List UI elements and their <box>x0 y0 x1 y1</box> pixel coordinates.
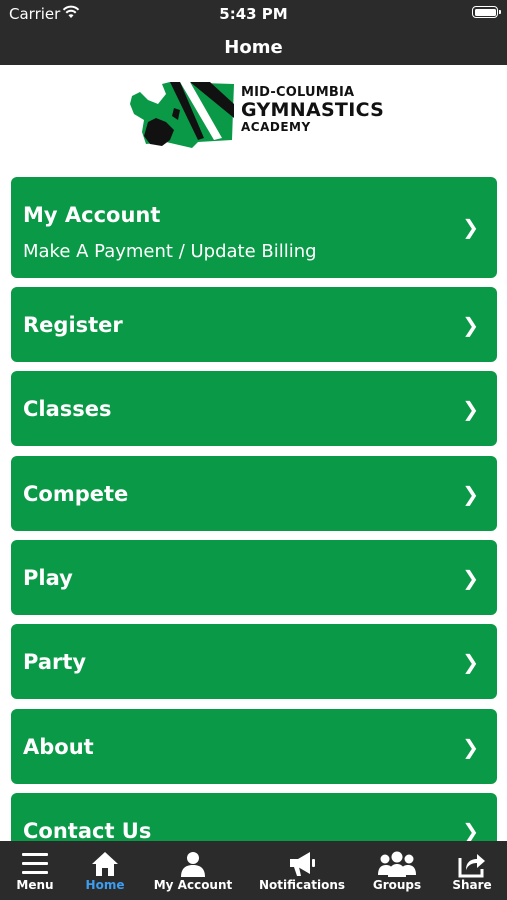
menu-item-label: Contact Us <box>23 819 152 841</box>
hamburger-icon <box>22 853 48 874</box>
logo: MID-COLUMBIA GYMNASTICS ACADEMY <box>0 65 507 170</box>
chevron-right-icon: ❯ <box>462 397 479 421</box>
play-button[interactable]: Play ❯ <box>11 540 497 615</box>
tab-label: Home <box>85 878 125 892</box>
logo-wordmark: MID-COLUMBIA GYMNASTICS ACADEMY <box>241 85 384 134</box>
tab-label: My Account <box>153 878 233 892</box>
tab-label: Notifications <box>258 878 346 892</box>
menu-item-label: About <box>23 735 94 759</box>
chevron-right-icon: ❯ <box>462 566 479 590</box>
share-icon <box>458 854 485 878</box>
compete-button[interactable]: Compete ❯ <box>11 456 497 531</box>
menu-item-label: Party <box>23 650 87 674</box>
person-icon <box>181 852 205 877</box>
page-title: Home <box>224 37 283 58</box>
tab-menu[interactable]: Menu <box>0 841 70 900</box>
my-account-button[interactable]: My Account Make A Payment / Update Billi… <box>11 177 497 278</box>
logo-line-1: MID-COLUMBIA <box>241 85 355 100</box>
menu-item-label: My Account <box>23 203 161 227</box>
menu-item-label: Classes <box>23 397 112 421</box>
tab-my-account[interactable]: My Account <box>146 841 240 900</box>
about-button[interactable]: About ❯ <box>11 709 497 784</box>
chevron-right-icon: ❯ <box>462 819 479 841</box>
chevron-right-icon: ❯ <box>462 215 479 239</box>
megaphone-icon <box>290 852 315 876</box>
status-bar: Carrier 5:43 PM <box>0 0 507 30</box>
party-button[interactable]: Party ❯ <box>11 624 497 699</box>
tab-home[interactable]: Home <box>70 841 140 900</box>
tab-bar: Menu Home My Account Notifications Group… <box>0 841 507 900</box>
tab-share[interactable]: Share <box>437 841 507 900</box>
tab-groups[interactable]: Groups <box>362 841 432 900</box>
group-icon <box>378 851 416 877</box>
chevron-right-icon: ❯ <box>462 735 479 759</box>
battery-icon <box>472 6 501 18</box>
menu-list: My Account Make A Payment / Update Billi… <box>11 177 497 841</box>
tab-label: Share <box>452 878 492 892</box>
chevron-right-icon: ❯ <box>462 650 479 674</box>
menu-item-label: Play <box>23 566 73 590</box>
home-icon <box>92 852 118 876</box>
logo-line-2: GYMNASTICS <box>241 99 385 121</box>
contact-us-button[interactable]: Contact Us ❯ <box>11 793 497 841</box>
menu-item-label: Compete <box>23 482 129 506</box>
register-button[interactable]: Register ❯ <box>11 287 497 362</box>
tab-label: Groups <box>372 878 422 892</box>
status-time: 5:43 PM <box>219 5 288 23</box>
washington-state-logo-icon <box>130 82 234 148</box>
tab-notifications[interactable]: Notifications <box>256 841 348 900</box>
tab-label: Menu <box>16 878 54 892</box>
chevron-right-icon: ❯ <box>462 313 479 337</box>
chevron-right-icon: ❯ <box>462 482 479 506</box>
logo-line-3: ACADEMY <box>241 120 311 134</box>
classes-button[interactable]: Classes ❯ <box>11 371 497 446</box>
navigation-bar: Home <box>0 30 507 65</box>
menu-item-label: Register <box>23 313 123 337</box>
menu-item-sublabel: Make A Payment / Update Billing <box>23 241 317 262</box>
